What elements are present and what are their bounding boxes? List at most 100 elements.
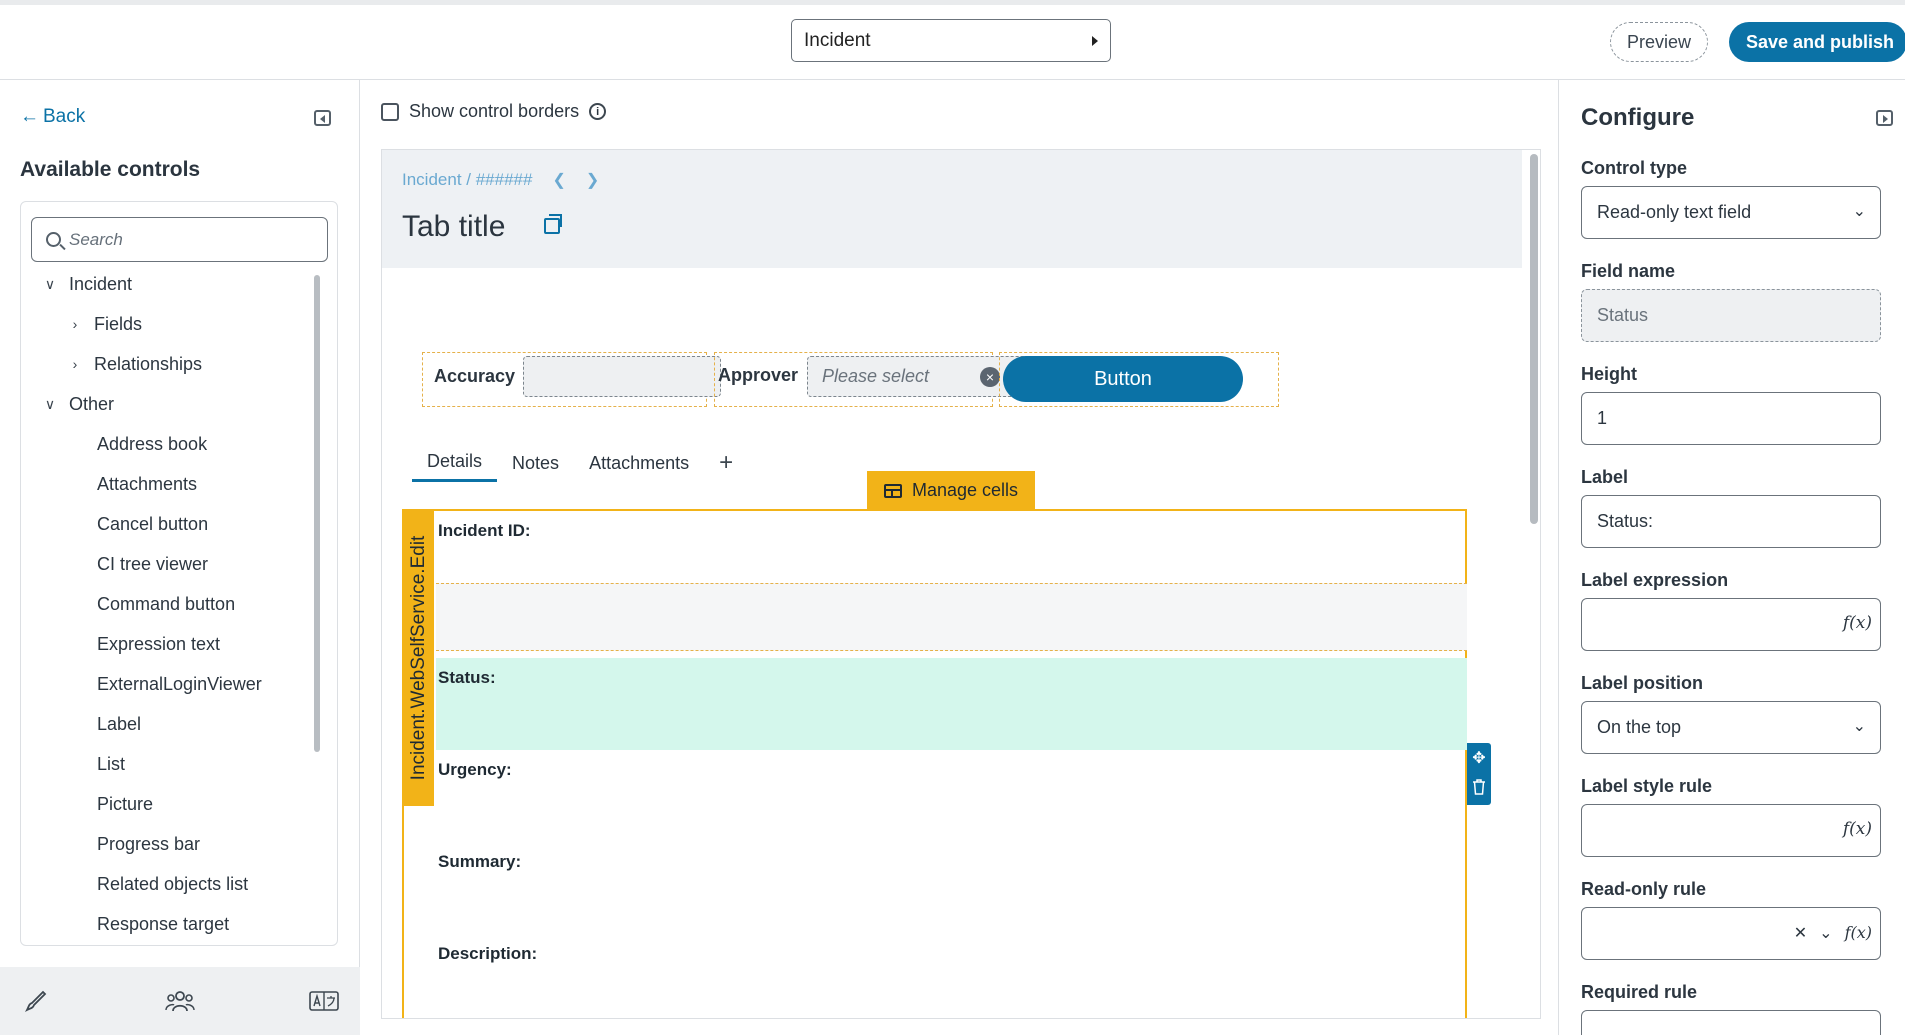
- expand-panel-icon[interactable]: [1876, 110, 1893, 126]
- tab-notes[interactable]: Notes: [497, 444, 574, 482]
- back-link[interactable]: ← Back: [20, 106, 85, 128]
- control-type-value: Read-only text field: [1597, 202, 1752, 222]
- control-type-select[interactable]: Read-only text field ⌄: [1581, 186, 1881, 239]
- tree-item[interactable]: Attachments: [21, 464, 311, 504]
- tree-item[interactable]: › Relationships: [21, 344, 311, 384]
- search-input[interactable]: Search: [31, 217, 328, 262]
- left-footer-toolbar: [0, 967, 360, 1035]
- cell-description[interactable]: Description:: [436, 934, 1467, 1018]
- brush-icon[interactable]: [20, 985, 52, 1017]
- field-name-label: Field name: [1581, 261, 1676, 281]
- breadcrumb: Incident / ###### ❮ ❯: [402, 170, 599, 190]
- cell-empty[interactable]: [436, 583, 1467, 651]
- chevron-right-icon[interactable]: ›: [68, 356, 82, 372]
- tree-item[interactable]: ExternalLoginViewer: [21, 664, 311, 704]
- accuracy-input[interactable]: [523, 356, 721, 397]
- form-canvas: Incident / ###### ❮ ❯ Tab title Accuracy…: [381, 149, 1541, 1019]
- tree-item[interactable]: CI tree viewer: [21, 544, 311, 584]
- controls-tree: ∨ Incident › Fields › Relationships ∨ Other Addr…: [21, 264, 311, 944]
- clear-icon[interactable]: ×: [980, 367, 1000, 387]
- chevron-down-icon[interactable]: ∨: [43, 396, 57, 413]
- move-icon[interactable]: ✥: [1472, 748, 1485, 768]
- tree-item[interactable]: ∨ Incident: [21, 264, 311, 304]
- collapse-panel-icon[interactable]: [314, 110, 331, 126]
- clear-icon[interactable]: ✕: [1794, 923, 1807, 943]
- tree-item[interactable]: Expression text: [21, 624, 311, 664]
- table-icon: [883, 483, 902, 498]
- cell-status[interactable]: Status:: [436, 658, 1467, 750]
- tree-item[interactable]: Picture: [21, 784, 311, 824]
- tree-item[interactable]: Response target: [21, 904, 311, 944]
- readonly-rule-input[interactable]: ✕ ⌄ f(x): [1581, 907, 1881, 960]
- top-bar: Incident Preview Save and publish: [0, 0, 1905, 80]
- chevron-right-icon[interactable]: ›: [68, 316, 82, 332]
- label-style-rule-label: Label style rule: [1581, 776, 1713, 796]
- label-expression-input[interactable]: f(x): [1581, 598, 1881, 651]
- show-control-borders-toggle[interactable]: Show control borders i: [381, 101, 607, 122]
- chevron-left-icon[interactable]: ❮: [552, 170, 565, 190]
- show-borders-checkbox[interactable]: [381, 102, 399, 121]
- tree-item-label: Attachments: [97, 473, 198, 494]
- layout-container: Incident.WebSelfService.Edit Incident ID…: [402, 509, 1467, 1018]
- tree-item[interactable]: Progress bar: [21, 824, 311, 864]
- add-tab-button[interactable]: +: [704, 444, 748, 482]
- manage-cells-button[interactable]: Manage cells: [867, 471, 1035, 510]
- label-position-select[interactable]: On the top ⌄: [1581, 701, 1881, 754]
- function-icon[interactable]: f(x): [1843, 613, 1872, 633]
- form-header: Incident / ###### ❮ ❯ Tab title: [382, 150, 1522, 268]
- field-name-field: Status: [1581, 289, 1881, 342]
- page-title: Tab title: [402, 210, 506, 243]
- chevron-right-icon[interactable]: ❯: [586, 170, 599, 190]
- tree-item[interactable]: Command button: [21, 584, 311, 624]
- cell-urgency[interactable]: Urgency:: [436, 750, 1467, 842]
- translate-icon[interactable]: [308, 985, 340, 1017]
- tree-item-label: Incident: [69, 273, 133, 294]
- caret-right-icon: [1092, 35, 1098, 46]
- tree-item-label: CI tree viewer: [97, 553, 209, 574]
- tab-attachments[interactable]: Attachments: [574, 444, 704, 482]
- tree-scrollbar[interactable]: [314, 275, 320, 752]
- required-rule-input[interactable]: [1581, 1010, 1881, 1035]
- tree-item-label: Command button: [97, 593, 236, 614]
- tree-item[interactable]: Label: [21, 704, 311, 744]
- tree-item[interactable]: List: [21, 744, 311, 784]
- form-button[interactable]: Button: [1003, 356, 1243, 402]
- label-input[interactable]: Status:: [1581, 495, 1881, 548]
- height-input[interactable]: 1: [1581, 392, 1881, 445]
- trash-icon[interactable]: [1472, 779, 1486, 800]
- save-and-publish-button[interactable]: Save and publish: [1729, 22, 1905, 62]
- back-label: Back: [43, 106, 86, 127]
- cell-incident-id[interactable]: Incident ID:: [436, 511, 1467, 575]
- tree-item[interactable]: ∨ Other: [21, 384, 311, 424]
- chevron-down-icon[interactable]: ⌄: [1819, 923, 1832, 943]
- function-icon[interactable]: f(x): [1845, 923, 1872, 943]
- tree-item-label: Address book: [97, 433, 208, 454]
- layout-name-tab[interactable]: Incident.WebSelfService.Edit: [404, 511, 434, 806]
- label-position-value: On the top: [1597, 717, 1682, 737]
- info-icon[interactable]: i: [589, 103, 607, 120]
- chevron-down-icon: ⌄: [1852, 203, 1866, 220]
- tree-item[interactable]: Cancel button: [21, 504, 311, 544]
- object-selector[interactable]: Incident: [791, 19, 1111, 62]
- chevron-down-icon[interactable]: ∨: [43, 276, 57, 293]
- configure-panel: Configure Control type Read-only text fi…: [1558, 80, 1905, 1035]
- canvas-scrollbar[interactable]: [1530, 154, 1538, 524]
- tree-item[interactable]: › Fields: [21, 304, 311, 344]
- field-name-value: Status: [1597, 305, 1649, 325]
- button-field-container[interactable]: Button: [999, 352, 1279, 407]
- function-icon[interactable]: f(x): [1843, 819, 1872, 839]
- preview-button[interactable]: Preview: [1610, 22, 1708, 62]
- tree-item-label: Expression text: [97, 633, 221, 654]
- tree-item[interactable]: Address book: [21, 424, 311, 464]
- tree-item-label: Response target: [97, 913, 230, 934]
- cell-summary[interactable]: Summary:: [436, 842, 1467, 934]
- breadcrumb-text[interactable]: Incident / ######: [402, 170, 532, 190]
- tab-details[interactable]: Details: [412, 444, 498, 482]
- height-value: 1: [1597, 408, 1608, 428]
- users-icon[interactable]: [164, 985, 196, 1017]
- label-style-rule-input[interactable]: f(x): [1581, 804, 1881, 857]
- accuracy-field-container[interactable]: Accuracy: [422, 352, 721, 407]
- copy-icon[interactable]: [544, 214, 562, 234]
- tree-item[interactable]: Related objects list: [21, 864, 311, 904]
- approver-field-container[interactable]: Approver Please select × ⌄: [714, 352, 1047, 407]
